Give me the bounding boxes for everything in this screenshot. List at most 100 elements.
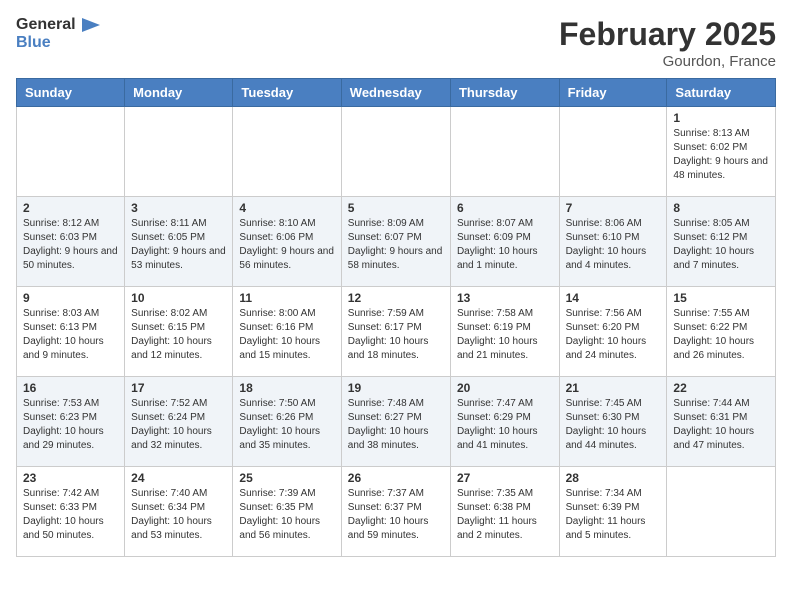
header-sunday: Sunday xyxy=(17,79,125,107)
day-info: Sunrise: 7:55 AM Sunset: 6:22 PM Dayligh… xyxy=(673,307,769,363)
calendar-cell: 13 Sunrise: 7:58 AM Sunset: 6:19 PM Dayli… xyxy=(450,287,559,377)
day-info: Sunrise: 8:02 AM Sunset: 6:15 PM Dayligh… xyxy=(131,307,226,363)
calendar-cell: 10 Sunrise: 8:02 AM Sunset: 6:15 PM Dayli… xyxy=(125,287,233,377)
calendar-cell: 27Sunrise: 7:35 AM Sunset: 6:38 PM Dayli… xyxy=(450,467,559,557)
page-header: General Blue February 2025 Gourdon, Fran… xyxy=(16,16,776,70)
logo-blue-text: Blue xyxy=(16,34,51,52)
day-number: 12 xyxy=(348,291,444,305)
day-info: Sunrise: 7:48 AM Sunset: 6:27 PM Dayligh… xyxy=(348,397,444,453)
day-number: 22 xyxy=(673,381,769,395)
day-info: Sunrise: 7:34 AM Sunset: 6:39 PM Dayligh… xyxy=(566,487,661,543)
day-number: 7 xyxy=(566,201,661,215)
day-info: Sunrise: 7:37 AM Sunset: 6:37 PM Dayligh… xyxy=(348,487,444,543)
day-number: 11 xyxy=(239,291,334,305)
day-number: 21 xyxy=(566,381,661,395)
day-info: Sunrise: 8:07 AM Sunset: 6:09 PM Dayligh… xyxy=(457,217,553,273)
day-info: Sunrise: 7:39 AM Sunset: 6:35 PM Dayligh… xyxy=(239,487,334,543)
title-block: February 2025 Gourdon, France xyxy=(559,16,776,70)
day-number: 17 xyxy=(131,381,226,395)
header-tuesday: Tuesday xyxy=(233,79,341,107)
calendar-cell: 12 Sunrise: 7:59 AM Sunset: 6:17 PM Dayli… xyxy=(341,287,450,377)
calendar-cell: 2 Sunrise: 8:12 AM Sunset: 6:03 PM Daylig… xyxy=(17,197,125,287)
day-number: 4 xyxy=(239,201,334,215)
calendar-week-row: 9Sunrise: 8:03 AM Sunset: 6:13 PM Daylig… xyxy=(17,287,776,377)
day-number: 8 xyxy=(673,201,769,215)
calendar-cell: 20Sunrise: 7:47 AM Sunset: 6:29 PM Dayli… xyxy=(450,377,559,467)
logo: General Blue xyxy=(16,16,100,52)
day-info: Sunrise: 7:44 AM Sunset: 6:31 PM Dayligh… xyxy=(673,397,769,453)
day-info: Sunrise: 7:52 AM Sunset: 6:24 PM Dayligh… xyxy=(131,397,226,453)
calendar-cell: 15 Sunrise: 7:55 AM Sunset: 6:22 PM Dayli… xyxy=(667,287,776,377)
calendar-cell: 23 Sunrise: 7:42 AM Sunset: 6:33 PM Dayli… xyxy=(17,467,125,557)
day-number: 25 xyxy=(239,471,334,485)
day-info: Sunrise: 8:09 AM Sunset: 6:07 PM Dayligh… xyxy=(348,217,444,273)
day-number: 9 xyxy=(23,291,118,305)
calendar-week-row: 2 Sunrise: 8:12 AM Sunset: 6:03 PM Daylig… xyxy=(17,197,776,287)
calendar-cell: 24 Sunrise: 7:40 AM Sunset: 6:34 PM Dayli… xyxy=(125,467,233,557)
calendar-table: Sunday Monday Tuesday Wednesday Thursday… xyxy=(16,78,776,557)
day-number: 18 xyxy=(239,381,334,395)
header-monday: Monday xyxy=(125,79,233,107)
day-info: Sunrise: 7:50 AM Sunset: 6:26 PM Dayligh… xyxy=(239,397,334,453)
calendar-cell: 9Sunrise: 8:03 AM Sunset: 6:13 PM Daylig… xyxy=(17,287,125,377)
day-info: Sunrise: 7:40 AM Sunset: 6:34 PM Dayligh… xyxy=(131,487,226,543)
day-info: Sunrise: 7:45 AM Sunset: 6:30 PM Dayligh… xyxy=(566,397,661,453)
calendar-cell: 18 Sunrise: 7:50 AM Sunset: 6:26 PM Dayli… xyxy=(233,377,341,467)
logo-general-text: General xyxy=(16,16,76,34)
day-number: 24 xyxy=(131,471,226,485)
calendar-cell xyxy=(17,107,125,197)
header-friday: Friday xyxy=(559,79,667,107)
day-info: Sunrise: 8:12 AM Sunset: 6:03 PM Dayligh… xyxy=(23,217,118,273)
day-number: 13 xyxy=(457,291,553,305)
day-info: Sunrise: 7:53 AM Sunset: 6:23 PM Dayligh… xyxy=(23,397,118,453)
day-number: 26 xyxy=(348,471,444,485)
month-year: February 2025 xyxy=(559,16,776,53)
calendar-cell: 5 Sunrise: 8:09 AM Sunset: 6:07 PM Daylig… xyxy=(341,197,450,287)
day-number: 19 xyxy=(348,381,444,395)
calendar-cell: 1 Sunrise: 8:13 AM Sunset: 6:02 PM Daylig… xyxy=(667,107,776,197)
day-info: Sunrise: 8:05 AM Sunset: 6:12 PM Dayligh… xyxy=(673,217,769,273)
calendar-cell xyxy=(450,107,559,197)
calendar-cell: 17 Sunrise: 7:52 AM Sunset: 6:24 PM Dayli… xyxy=(125,377,233,467)
calendar-cell: 25 Sunrise: 7:39 AM Sunset: 6:35 PM Dayli… xyxy=(233,467,341,557)
calendar-cell xyxy=(233,107,341,197)
day-number: 5 xyxy=(348,201,444,215)
day-info: Sunrise: 7:58 AM Sunset: 6:19 PM Dayligh… xyxy=(457,307,553,363)
day-info: Sunrise: 8:13 AM Sunset: 6:02 PM Dayligh… xyxy=(673,127,769,183)
calendar-cell: 14 Sunrise: 7:56 AM Sunset: 6:20 PM Dayli… xyxy=(559,287,667,377)
calendar-cell xyxy=(341,107,450,197)
calendar-cell: 28 Sunrise: 7:34 AM Sunset: 6:39 PM Dayli… xyxy=(559,467,667,557)
day-number: 23 xyxy=(23,471,118,485)
calendar-week-row: 1 Sunrise: 8:13 AM Sunset: 6:02 PM Daylig… xyxy=(17,107,776,197)
day-info: Sunrise: 7:59 AM Sunset: 6:17 PM Dayligh… xyxy=(348,307,444,363)
header-wednesday: Wednesday xyxy=(341,79,450,107)
calendar-header-row: Sunday Monday Tuesday Wednesday Thursday… xyxy=(17,79,776,107)
calendar-cell: 6 Sunrise: 8:07 AM Sunset: 6:09 PM Daylig… xyxy=(450,197,559,287)
day-info: Sunrise: 8:00 AM Sunset: 6:16 PM Dayligh… xyxy=(239,307,334,363)
calendar-cell: 11 Sunrise: 8:00 AM Sunset: 6:16 PM Dayli… xyxy=(233,287,341,377)
calendar-cell xyxy=(559,107,667,197)
day-number: 1 xyxy=(673,111,769,125)
day-number: 6 xyxy=(457,201,553,215)
day-number: 28 xyxy=(566,471,661,485)
calendar-week-row: 16 Sunrise: 7:53 AM Sunset: 6:23 PM Dayli… xyxy=(17,377,776,467)
calendar-week-row: 23 Sunrise: 7:42 AM Sunset: 6:33 PM Dayli… xyxy=(17,467,776,557)
day-number: 16 xyxy=(23,381,118,395)
day-number: 2 xyxy=(23,201,118,215)
day-number: 10 xyxy=(131,291,226,305)
day-number: 15 xyxy=(673,291,769,305)
calendar-cell: 7Sunrise: 8:06 AM Sunset: 6:10 PM Daylig… xyxy=(559,197,667,287)
header-thursday: Thursday xyxy=(450,79,559,107)
calendar-cell xyxy=(125,107,233,197)
calendar-cell: 19 Sunrise: 7:48 AM Sunset: 6:27 PM Dayli… xyxy=(341,377,450,467)
day-info: Sunrise: 7:56 AM Sunset: 6:20 PM Dayligh… xyxy=(566,307,661,363)
calendar-cell: 16 Sunrise: 7:53 AM Sunset: 6:23 PM Dayli… xyxy=(17,377,125,467)
calendar-cell: 4Sunrise: 8:10 AM Sunset: 6:06 PM Daylig… xyxy=(233,197,341,287)
calendar-cell: 22 Sunrise: 7:44 AM Sunset: 6:31 PM Dayli… xyxy=(667,377,776,467)
day-info: Sunrise: 7:35 AM Sunset: 6:38 PM Dayligh… xyxy=(457,487,553,543)
calendar-cell xyxy=(667,467,776,557)
day-number: 20 xyxy=(457,381,553,395)
day-info: Sunrise: 7:42 AM Sunset: 6:33 PM Dayligh… xyxy=(23,487,118,543)
calendar-cell: 26 Sunrise: 7:37 AM Sunset: 6:37 PM Dayli… xyxy=(341,467,450,557)
day-number: 14 xyxy=(566,291,661,305)
